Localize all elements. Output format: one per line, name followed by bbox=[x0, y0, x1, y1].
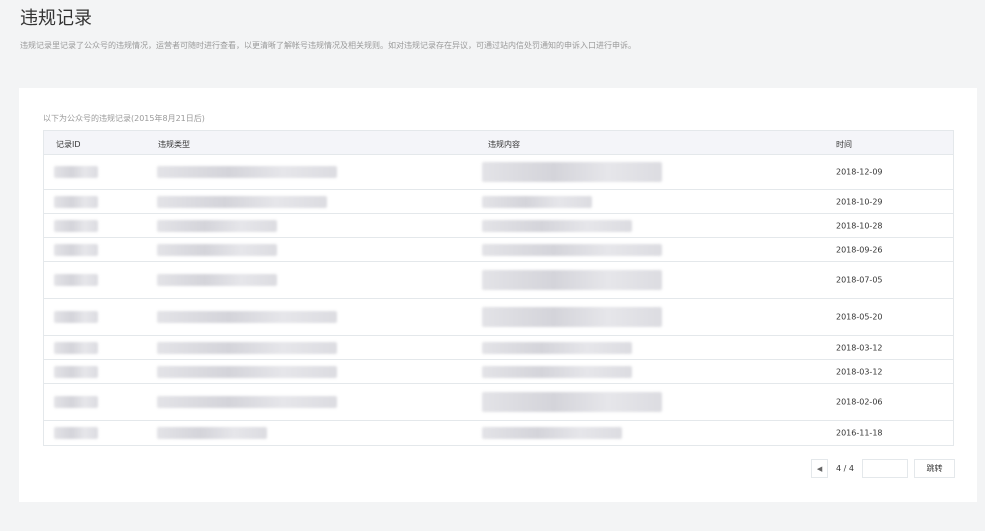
table-row: 2018-02-06 bbox=[44, 384, 953, 421]
redacted-record-id bbox=[54, 166, 98, 178]
table-row: 2018-03-12 bbox=[44, 360, 953, 384]
redacted-record-id bbox=[54, 274, 98, 286]
redacted-violation-type bbox=[157, 396, 337, 408]
row-time: 2018-10-28 bbox=[836, 221, 883, 230]
redacted-record-id bbox=[54, 243, 98, 256]
table-row: 2018-03-12 bbox=[44, 336, 953, 360]
redacted-record-id bbox=[54, 365, 98, 378]
table-row: 2018-10-28 bbox=[44, 214, 953, 238]
page-title: 违规记录 bbox=[20, 8, 92, 29]
redacted-violation-type bbox=[157, 166, 337, 178]
redacted-violation-content bbox=[482, 195, 592, 208]
row-time: 2016-11-18 bbox=[836, 428, 883, 438]
redacted-violation-content bbox=[482, 219, 632, 232]
redacted-violation-type bbox=[157, 195, 327, 208]
redacted-violation-content bbox=[482, 392, 662, 412]
violations-table: 记录ID 违规类型 违规内容 时间 2018-12-09 2018-10-29 … bbox=[43, 130, 954, 446]
table-row: 2018-10-29 bbox=[44, 190, 953, 214]
redacted-violation-content bbox=[482, 427, 622, 439]
redacted-violation-content bbox=[482, 307, 662, 327]
table-subtitle: 以下为公众号的违规记录(2015年8月21日后) bbox=[43, 114, 205, 123]
page-indicator: 4 / 4 bbox=[836, 464, 854, 473]
pagination: ◀ 4 / 4 跳转 bbox=[811, 459, 955, 478]
header-violation-type: 违规类型 bbox=[158, 140, 190, 149]
redacted-record-id bbox=[54, 427, 98, 439]
page-jump-input[interactable] bbox=[862, 459, 908, 478]
redacted-violation-content bbox=[482, 243, 662, 256]
redacted-record-id bbox=[54, 396, 98, 408]
redacted-violation-type bbox=[157, 243, 277, 256]
row-time: 2018-10-29 bbox=[836, 197, 883, 206]
table-header: 记录ID 违规类型 违规内容 时间 bbox=[44, 131, 953, 155]
header-time: 时间 bbox=[836, 140, 852, 149]
header-violation-content: 违规内容 bbox=[488, 140, 520, 149]
redacted-violation-type bbox=[157, 311, 337, 323]
row-time: 2018-07-05 bbox=[836, 275, 883, 285]
table-row: 2018-07-05 bbox=[44, 262, 953, 299]
redacted-violation-type bbox=[157, 341, 337, 354]
row-time: 2018-02-06 bbox=[836, 397, 883, 407]
records-card: 以下为公众号的违规记录(2015年8月21日后) 记录ID 违规类型 违规内容 … bbox=[19, 88, 977, 502]
row-time: 2018-03-12 bbox=[836, 367, 883, 376]
table-row: 2018-09-26 bbox=[44, 238, 953, 262]
row-time: 2018-03-12 bbox=[836, 343, 883, 352]
redacted-record-id bbox=[54, 195, 98, 208]
table-row: 2016-11-18 bbox=[44, 421, 953, 445]
row-time: 2018-09-26 bbox=[836, 245, 883, 254]
redacted-violation-type bbox=[157, 365, 337, 378]
redacted-record-id bbox=[54, 341, 98, 354]
redacted-violation-type bbox=[157, 274, 277, 286]
redacted-violation-type bbox=[157, 219, 277, 232]
redacted-violation-content bbox=[482, 365, 632, 378]
row-time: 2018-05-20 bbox=[836, 312, 883, 322]
row-time: 2018-12-09 bbox=[836, 167, 883, 177]
redacted-violation-type bbox=[157, 427, 267, 439]
header-record-id: 记录ID bbox=[56, 140, 81, 149]
jump-button[interactable]: 跳转 bbox=[914, 459, 955, 478]
redacted-violation-content bbox=[482, 162, 662, 182]
redacted-record-id bbox=[54, 311, 98, 323]
redacted-violation-content bbox=[482, 341, 632, 354]
page-description: 违规记录里记录了公众号的违规情况，运营者可随时进行查看，以更清晰了解帐号违规情况… bbox=[20, 41, 636, 50]
prev-page-button[interactable]: ◀ bbox=[811, 459, 829, 478]
table-row: 2018-05-20 bbox=[44, 299, 953, 336]
table-row: 2018-12-09 bbox=[44, 155, 953, 190]
chevron-left-icon: ◀ bbox=[816, 464, 823, 473]
redacted-record-id bbox=[54, 219, 98, 232]
redacted-violation-content bbox=[482, 270, 662, 290]
